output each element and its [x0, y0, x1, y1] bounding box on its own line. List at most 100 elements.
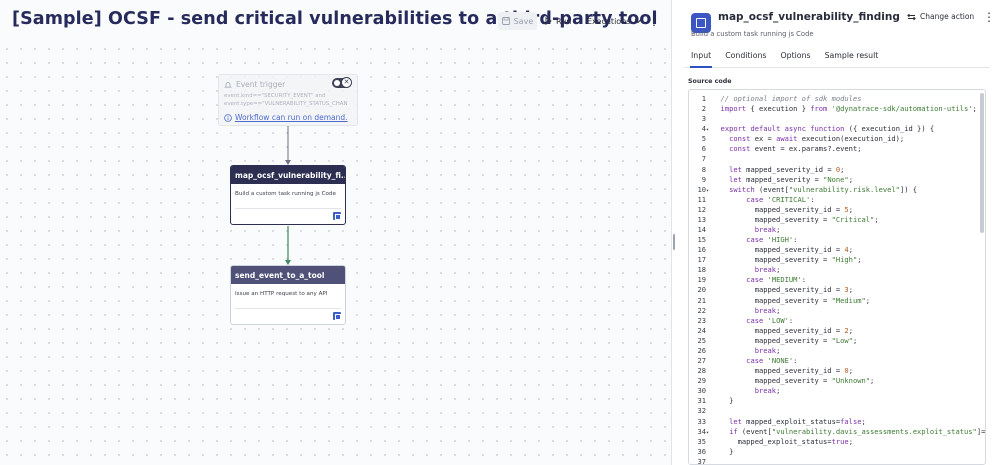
- code-text: mapped_severity = "Medium";: [712, 295, 871, 305]
- code-text: const event = ex.params?.event;: [729, 144, 862, 154]
- code-line[interactable]: 9 let mapped_severity = "None";: [689, 175, 985, 185]
- code-text: mapped_severity = "Unknown";: [712, 376, 875, 386]
- code-text: if (event["vulnerability.davis_assessmen…: [729, 426, 986, 436]
- code-line[interactable]: 22 break;: [689, 306, 985, 316]
- code-text: export default async function ({ executi…: [720, 124, 935, 134]
- code-task-icon: [333, 212, 341, 220]
- on-demand-link[interactable]: Workflow can run on demand.: [224, 113, 348, 122]
- code-line[interactable]: 17 mapped_severity = "High";: [689, 255, 985, 265]
- code-line[interactable]: 8 let mapped_severity_id = 0;: [689, 165, 985, 175]
- line-number: 34: [697, 426, 706, 436]
- code-lines: 1 // optional import of sdk modules 2 imp…: [689, 94, 985, 465]
- panel-resize-handle[interactable]: [673, 234, 675, 250]
- code-line[interactable]: 15 case 'HIGH':: [689, 235, 985, 245]
- code-line[interactable]: 32: [689, 406, 985, 416]
- code-line[interactable]: 3: [689, 114, 985, 124]
- task-node-description: Build a custom task running js Code: [235, 191, 336, 197]
- line-number: 32: [697, 406, 706, 416]
- code-line[interactable]: 13 mapped_severity = "Critical";: [689, 215, 985, 225]
- code-line[interactable]: 14 break;: [689, 225, 985, 235]
- executions-dropdown[interactable]: Executions: [587, 12, 642, 30]
- line-number: 21: [697, 295, 706, 305]
- code-editor[interactable]: 1 // optional import of sdk modules 2 imp…: [688, 89, 986, 465]
- code-text: }: [712, 446, 734, 456]
- line-number: 25: [697, 335, 706, 345]
- code-line[interactable]: 21 mapped_severity = "Medium";: [689, 296, 985, 306]
- tab-sample-result[interactable]: Sample result: [818, 47, 886, 67]
- line-number: 37: [697, 456, 706, 465]
- code-line[interactable]: 5 const ex = await execution(execution_i…: [689, 134, 985, 144]
- fold-icon: [706, 458, 712, 464]
- close-icon[interactable]: ✕: [341, 77, 352, 88]
- line-number: 28: [697, 366, 706, 376]
- code-line[interactable]: 10▾ switch (event["vulnerability.risk.le…: [689, 185, 985, 195]
- code-text: }: [712, 396, 734, 406]
- code-line[interactable]: 25 mapped_severity = "Low";: [689, 336, 985, 346]
- more-options-icon[interactable]: ⋮: [983, 10, 995, 24]
- run-label: Run: [556, 16, 572, 26]
- run-button[interactable]: Run: [545, 12, 571, 30]
- code-text: mapped_severity_id = 2;: [712, 325, 853, 335]
- trigger-header: Event trigger: [224, 80, 285, 89]
- task-node-map-ocsf[interactable]: map_ocsf_vulnerability_fi... Build a cus…: [230, 165, 346, 225]
- code-line[interactable]: 16 mapped_severity_id = 4;: [689, 245, 985, 255]
- line-number: 30: [697, 386, 706, 396]
- code-line[interactable]: 1 // optional import of sdk modules: [689, 94, 985, 104]
- code-line[interactable]: 34▾ if (event["vulnerability.davis_asses…: [689, 427, 985, 437]
- save-icon: [501, 17, 510, 25]
- more-options-icon[interactable]: ⋮: [648, 12, 660, 30]
- code-text: mapped_severity = "Low";: [712, 335, 858, 345]
- code-line[interactable]: 7: [689, 154, 985, 164]
- code-text: let mapped_severity_id = 0;: [729, 164, 845, 174]
- code-line[interactable]: 28 mapped_severity_id = 0;: [689, 366, 985, 376]
- line-number: 23: [697, 315, 706, 325]
- code-text: // optional import of sdk modules: [712, 94, 862, 103]
- line-number: 13: [697, 214, 706, 224]
- line-number: 10: [697, 184, 706, 194]
- task-name[interactable]: map_ocsf_vulnerability_finding: [718, 11, 900, 23]
- code-text: mapped_severity_id = 0;: [712, 366, 853, 376]
- code-text: import { execution } from '@dynatrace-sd…: [720, 104, 977, 114]
- code-text: switch (event["vulnerability.risk.level"…: [729, 184, 918, 194]
- line-number: 31: [697, 396, 706, 406]
- workflow-editor: [Sample] OCSF - send critical vulnerabil…: [0, 0, 672, 465]
- code-text: break;: [754, 345, 781, 355]
- code-line[interactable]: 27 case 'NONE':: [689, 356, 985, 366]
- code-line[interactable]: 30 break;: [689, 386, 985, 396]
- code-line[interactable]: 37: [689, 456, 985, 465]
- code-line[interactable]: 4▾ export default async function ({ exec…: [689, 124, 985, 134]
- code-line[interactable]: 11 case 'CRITICAL':: [689, 195, 985, 205]
- code-line[interactable]: 35 mapped_exploit_status=true;: [689, 437, 985, 447]
- save-label: Save: [513, 16, 534, 26]
- editor-scrollbar[interactable]: [980, 93, 984, 233]
- info-icon: [224, 113, 232, 122]
- play-icon: [545, 17, 552, 25]
- code-line[interactable]: 29 mapped_severity = "Unknown";: [689, 376, 985, 386]
- tab-input[interactable]: Input: [684, 47, 718, 68]
- code-line[interactable]: 31 }: [689, 396, 985, 406]
- chevron-down-icon: [635, 19, 642, 24]
- code-line[interactable]: 20 mapped_severity_id = 3;: [689, 285, 985, 295]
- code-line[interactable]: 18 break;: [689, 265, 985, 275]
- on-demand-text: Workflow can run on demand.: [235, 113, 348, 122]
- trigger-condition: event.kind=="SECURITY_EVENT" and event.t…: [224, 93, 358, 108]
- code-line[interactable]: 2 import { execution } from '@dynatrace-…: [689, 104, 985, 114]
- tab-conditions[interactable]: Conditions: [718, 47, 773, 67]
- code-line[interactable]: 26 break;: [689, 346, 985, 356]
- save-button[interactable]: Save: [498, 12, 537, 30]
- code-line[interactable]: 33 let mapped_exploit_status=false;: [689, 417, 985, 427]
- code-line[interactable]: 23 case 'LOW':: [689, 316, 985, 326]
- code-line[interactable]: 12 mapped_severity_id = 5;: [689, 205, 985, 215]
- code-text: mapped_severity_id = 4;: [712, 245, 853, 255]
- line-number: 9: [701, 174, 706, 184]
- code-line[interactable]: 24 mapped_severity_id = 2;: [689, 326, 985, 336]
- code-line[interactable]: 36 }: [689, 447, 985, 457]
- code-line[interactable]: 6 const event = ex.params?.event;: [689, 144, 985, 154]
- code-line[interactable]: 19 case 'MEDIUM':: [689, 275, 985, 285]
- tab-options[interactable]: Options: [773, 47, 817, 67]
- task-node-send-event[interactable]: send_event_to_a_tool Issue an HTTP reque…: [230, 265, 346, 325]
- code-text: mapped_severity = "Critical";: [712, 214, 879, 224]
- change-action-button[interactable]: Change action: [907, 12, 974, 21]
- code-text: let mapped_exploit_status=false;: [729, 416, 866, 426]
- line-number: 36: [697, 446, 706, 456]
